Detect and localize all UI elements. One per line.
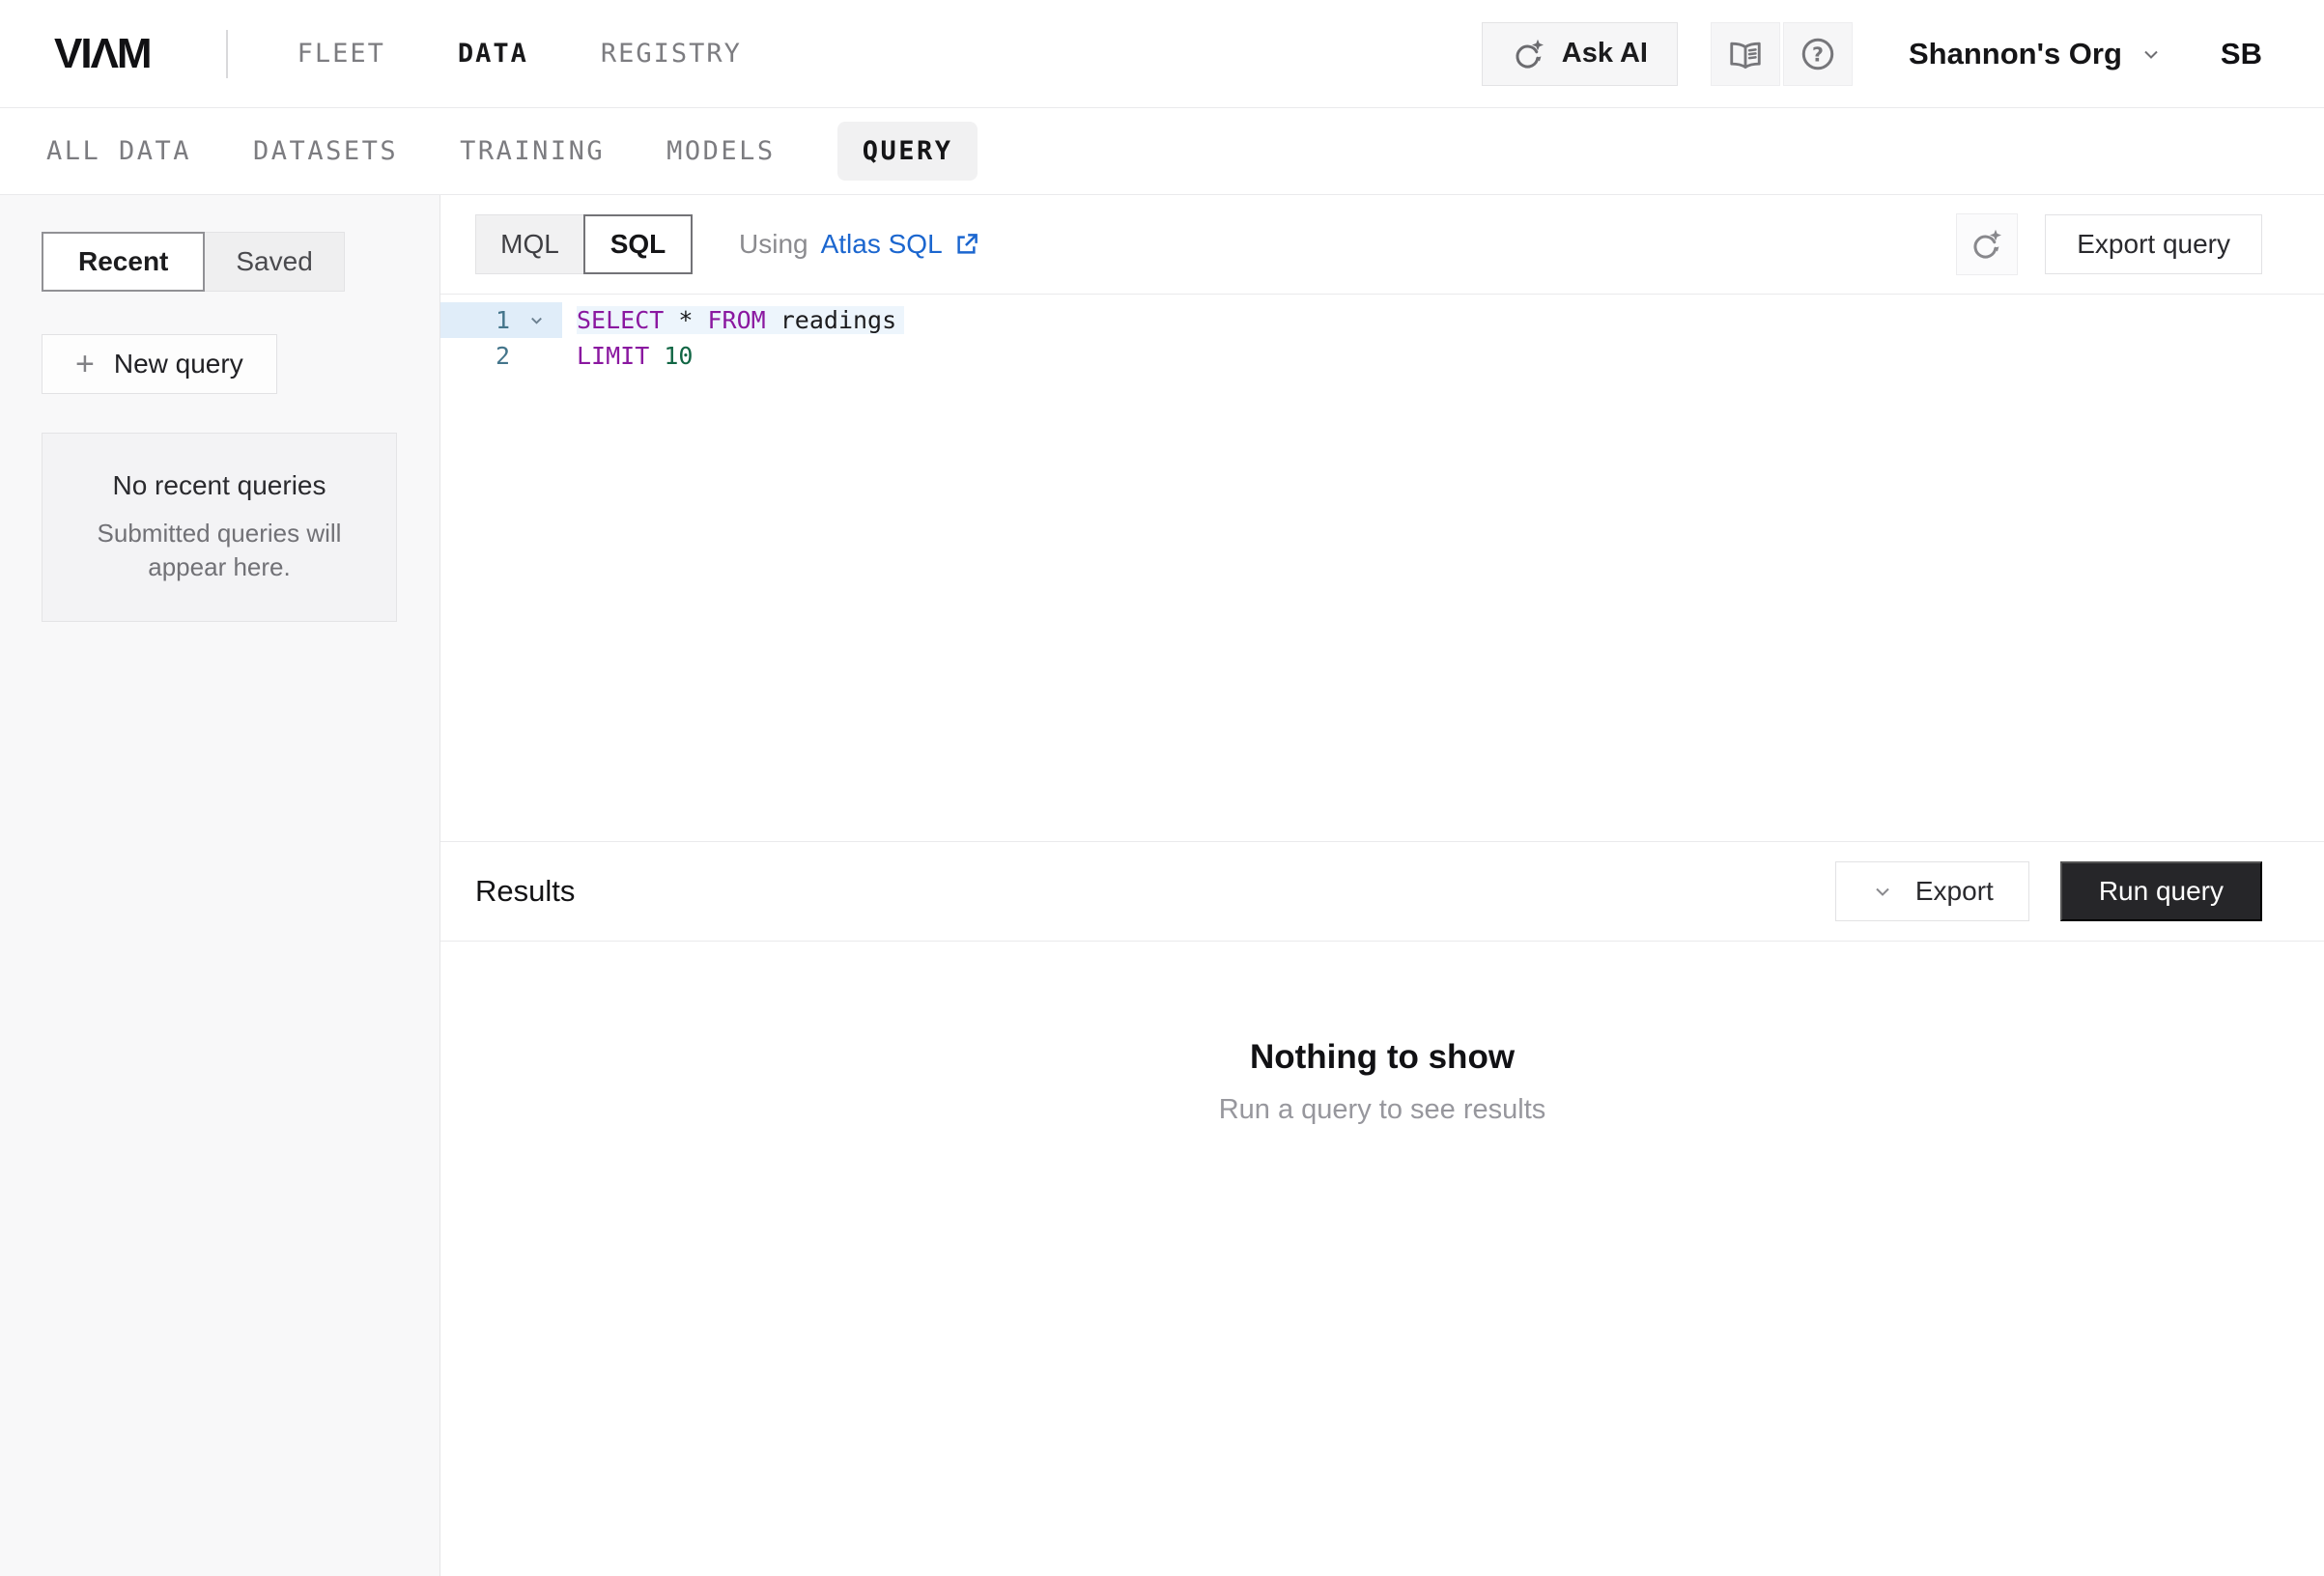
editor-gutter: 1 xyxy=(440,302,562,338)
query-toolbar-right: Export query xyxy=(1956,213,2262,275)
sidebar-tab-saved[interactable]: Saved xyxy=(205,232,344,292)
help-icon: ? xyxy=(1800,36,1836,72)
docs-book-icon xyxy=(1727,36,1764,72)
ask-ai-label: Ask AI xyxy=(1562,38,1648,70)
code-token xyxy=(649,342,664,370)
org-name: Shannon's Org xyxy=(1909,37,2122,71)
ask-ai-button[interactable]: Ask AI xyxy=(1482,22,1678,86)
ai-generate-button[interactable] xyxy=(1956,213,2018,275)
chevron-down-icon xyxy=(2140,42,2163,66)
results-header: Results Export Run query xyxy=(440,841,2324,942)
nav-link-data[interactable]: DATA xyxy=(458,39,528,69)
code-token: 10 xyxy=(664,342,693,370)
tab-datasets[interactable]: DATASETS xyxy=(253,122,398,181)
topnav-right: Ask AI ? xyxy=(1482,22,2262,86)
documentation-button[interactable] xyxy=(1711,22,1780,86)
tab-all-data[interactable]: ALL DATA xyxy=(46,122,191,181)
query-toolbar: MQL SQL Using Atlas SQL xyxy=(440,195,2324,295)
run-query-button[interactable]: Run query xyxy=(2060,861,2262,921)
results-empty-state: Nothing to show Run a query to see resul… xyxy=(440,942,2324,1576)
query-sidebar: Recent Saved + New query No recent queri… xyxy=(0,195,440,1576)
atlas-sql-link-label: Atlas SQL xyxy=(821,229,943,260)
query-main: MQL SQL Using Atlas SQL xyxy=(440,195,2324,1576)
code-line-1[interactable]: 1 SELECT * FROM readings xyxy=(440,302,2324,338)
export-results-label: Export xyxy=(1915,876,1994,907)
recent-queries-empty-state: No recent queries Submitted queries will… xyxy=(42,433,397,622)
fold-chevron-icon[interactable] xyxy=(510,302,562,338)
code-token: * xyxy=(664,306,707,334)
viam-logo[interactable]: VIΛM xyxy=(54,30,151,78)
plus-icon: + xyxy=(75,348,95,380)
mode-button-mql[interactable]: MQL xyxy=(475,214,584,274)
code-token: readings xyxy=(766,306,896,334)
new-query-button[interactable]: + New query xyxy=(42,334,277,394)
data-sub-nav: ALL DATA DATASETS TRAINING MODELS QUERY xyxy=(0,108,2324,195)
ai-refresh-icon xyxy=(1970,227,2004,262)
editor-gutter: 2 xyxy=(440,338,562,374)
tab-models[interactable]: MODELS xyxy=(666,122,776,181)
code-text: SELECT * FROM readings xyxy=(562,302,904,338)
mode-button-sql[interactable]: SQL xyxy=(583,214,693,274)
query-mode-toggle: MQL SQL xyxy=(475,214,693,274)
tab-training[interactable]: TRAINING xyxy=(460,122,605,181)
code-token: LIMIT xyxy=(577,342,649,370)
sidebar-tab-recent[interactable]: Recent xyxy=(42,232,205,292)
atlas-sql-link[interactable]: Atlas SQL xyxy=(821,229,979,260)
top-nav: VIΛM FLEET DATA REGISTRY Ask AI xyxy=(0,0,2324,108)
code-token: FROM xyxy=(707,306,765,334)
empty-state-subtitle: Submitted queries will appear here. xyxy=(70,517,369,584)
nav-link-fleet[interactable]: FLEET xyxy=(298,39,385,69)
sidebar-tabs: Recent Saved xyxy=(42,232,439,292)
empty-state-title: No recent queries xyxy=(112,470,326,501)
export-results-button[interactable]: Export xyxy=(1835,861,2029,921)
code-line-2[interactable]: 2 LIMIT 10 xyxy=(440,338,2324,374)
nav-divider xyxy=(226,30,228,78)
content-area: Recent Saved + New query No recent queri… xyxy=(0,195,2324,1576)
export-chevron-icon xyxy=(1871,880,1894,903)
new-query-label: New query xyxy=(114,349,243,380)
line-number: 2 xyxy=(440,338,510,374)
help-button[interactable]: ? xyxy=(1783,22,1853,86)
help-icon-group: ? xyxy=(1711,22,1853,86)
svg-text:?: ? xyxy=(1812,42,1824,66)
org-switcher[interactable]: Shannon's Org xyxy=(1909,37,2163,71)
user-avatar[interactable]: SB xyxy=(2221,37,2262,71)
code-text: LIMIT 10 xyxy=(562,338,693,374)
export-query-button[interactable]: Export query xyxy=(2045,214,2262,274)
sql-code-editor[interactable]: 1 SELECT * FROM readings 2 LIMIT 10 xyxy=(440,295,2324,841)
code-token: SELECT xyxy=(577,306,664,334)
results-empty-title: Nothing to show xyxy=(440,1038,2324,1077)
results-empty-subtitle: Run a query to see results xyxy=(440,1094,2324,1126)
nav-link-registry[interactable]: REGISTRY xyxy=(601,39,742,69)
line-number: 1 xyxy=(440,302,510,338)
tab-query[interactable]: QUERY xyxy=(837,122,978,181)
results-title: Results xyxy=(475,874,575,909)
ask-ai-sparkle-icon xyxy=(1512,37,1546,71)
using-label: Using xyxy=(739,229,808,260)
external-link-icon xyxy=(953,232,979,258)
